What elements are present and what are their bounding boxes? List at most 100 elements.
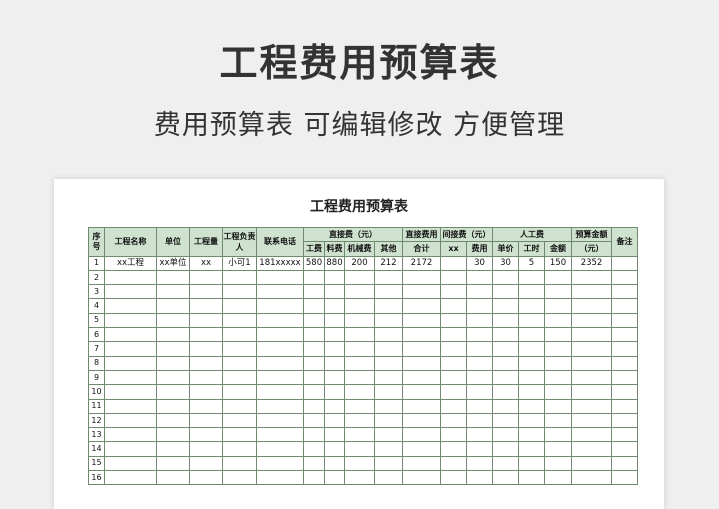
table-cell[interactable] xyxy=(156,369,190,386)
table-cell[interactable] xyxy=(344,269,375,286)
table-cell[interactable] xyxy=(374,269,403,286)
row-index-cell[interactable]: 3 xyxy=(88,284,105,300)
table-cell[interactable] xyxy=(611,398,639,414)
table-cell[interactable] xyxy=(492,441,519,457)
table-cell[interactable] xyxy=(104,369,157,386)
table-cell[interactable] xyxy=(611,298,639,314)
table-cell[interactable] xyxy=(466,298,493,314)
table-cell[interactable] xyxy=(611,369,639,386)
table-cell[interactable] xyxy=(518,412,545,429)
table-cell[interactable] xyxy=(466,412,493,429)
table-cell[interactable] xyxy=(466,384,493,400)
table-cell[interactable] xyxy=(402,341,441,357)
table-cell[interactable] xyxy=(402,269,441,286)
table-cell[interactable] xyxy=(189,455,223,472)
table-cell[interactable] xyxy=(402,455,441,472)
table-cell[interactable] xyxy=(466,327,493,343)
table-cell[interactable] xyxy=(440,427,467,443)
table-cell[interactable] xyxy=(571,327,613,343)
table-cell[interactable] xyxy=(256,298,304,314)
table-cell[interactable] xyxy=(156,470,190,486)
table-cell[interactable] xyxy=(402,427,441,443)
table-cell[interactable] xyxy=(571,341,613,357)
table-cell[interactable] xyxy=(518,455,545,472)
table-cell[interactable] xyxy=(374,384,403,400)
table-cell[interactable] xyxy=(256,341,304,357)
table-cell[interactable] xyxy=(611,412,639,429)
table-cell[interactable] xyxy=(518,427,545,443)
table-cell[interactable] xyxy=(571,369,613,386)
table-cell[interactable] xyxy=(440,327,467,343)
table-cell[interactable] xyxy=(156,312,190,329)
table-cell[interactable] xyxy=(156,455,190,472)
table-cell[interactable] xyxy=(611,441,639,457)
table-cell[interactable] xyxy=(543,470,573,486)
table-cell[interactable] xyxy=(303,412,325,429)
row-index-cell[interactable]: 2 xyxy=(88,269,105,286)
table-cell[interactable] xyxy=(492,412,519,429)
row-index-cell[interactable]: 10 xyxy=(88,384,105,400)
table-cell[interactable] xyxy=(374,341,403,357)
table-cell[interactable] xyxy=(466,441,493,457)
table-cell[interactable] xyxy=(611,455,639,472)
table-cell[interactable] xyxy=(324,384,345,400)
table-cell[interactable] xyxy=(374,412,403,429)
table-cell[interactable] xyxy=(324,341,345,357)
table-cell[interactable] xyxy=(402,412,441,429)
table-cell[interactable]: 212 xyxy=(374,255,403,271)
table-cell[interactable] xyxy=(543,269,573,286)
table-cell[interactable] xyxy=(324,298,345,314)
table-cell[interactable] xyxy=(256,470,304,486)
table-cell[interactable] xyxy=(374,398,403,414)
table-cell[interactable] xyxy=(156,427,190,443)
table-cell[interactable] xyxy=(344,398,375,414)
table-cell[interactable] xyxy=(466,398,493,414)
table-cell[interactable] xyxy=(374,470,403,486)
table-cell[interactable] xyxy=(571,470,613,486)
table-cell[interactable] xyxy=(492,355,519,371)
table-cell[interactable] xyxy=(374,355,403,371)
table-cell[interactable] xyxy=(256,284,304,300)
table-cell[interactable] xyxy=(466,269,493,286)
table-cell[interactable] xyxy=(492,284,519,300)
table-cell[interactable] xyxy=(402,355,441,371)
table-cell[interactable] xyxy=(189,384,223,400)
table-cell[interactable] xyxy=(402,470,441,486)
table-cell[interactable] xyxy=(156,327,190,343)
table-cell[interactable] xyxy=(344,455,375,472)
table-cell[interactable] xyxy=(189,341,223,357)
table-cell[interactable] xyxy=(344,355,375,371)
table-cell[interactable] xyxy=(440,355,467,371)
table-cell[interactable] xyxy=(571,355,613,371)
table-cell[interactable] xyxy=(611,284,639,300)
table-cell[interactable] xyxy=(374,427,403,443)
table-cell[interactable] xyxy=(256,355,304,371)
row-index-cell[interactable]: 9 xyxy=(88,369,105,386)
table-cell[interactable] xyxy=(518,384,545,400)
table-cell[interactable] xyxy=(466,369,493,386)
row-index-cell[interactable]: 13 xyxy=(88,427,105,443)
table-cell[interactable] xyxy=(492,341,519,357)
table-cell[interactable] xyxy=(189,284,223,300)
table-cell[interactable] xyxy=(222,284,257,300)
table-cell[interactable] xyxy=(189,470,223,486)
table-cell[interactable] xyxy=(518,269,545,286)
table-cell[interactable] xyxy=(256,269,304,286)
table-cell[interactable] xyxy=(189,398,223,414)
table-cell[interactable] xyxy=(466,427,493,443)
table-cell[interactable] xyxy=(189,312,223,329)
table-cell[interactable] xyxy=(222,369,257,386)
table-cell[interactable] xyxy=(324,269,345,286)
table-cell[interactable] xyxy=(324,398,345,414)
table-cell[interactable] xyxy=(543,441,573,457)
table-cell[interactable] xyxy=(492,455,519,472)
table-cell[interactable] xyxy=(324,355,345,371)
table-cell[interactable] xyxy=(543,369,573,386)
table-cell[interactable] xyxy=(518,284,545,300)
table-cell[interactable] xyxy=(189,355,223,371)
table-cell[interactable] xyxy=(492,269,519,286)
table-cell[interactable] xyxy=(104,398,157,414)
table-cell[interactable] xyxy=(324,427,345,443)
table-cell[interactable] xyxy=(156,284,190,300)
table-cell[interactable]: xx工程 xyxy=(104,255,157,271)
